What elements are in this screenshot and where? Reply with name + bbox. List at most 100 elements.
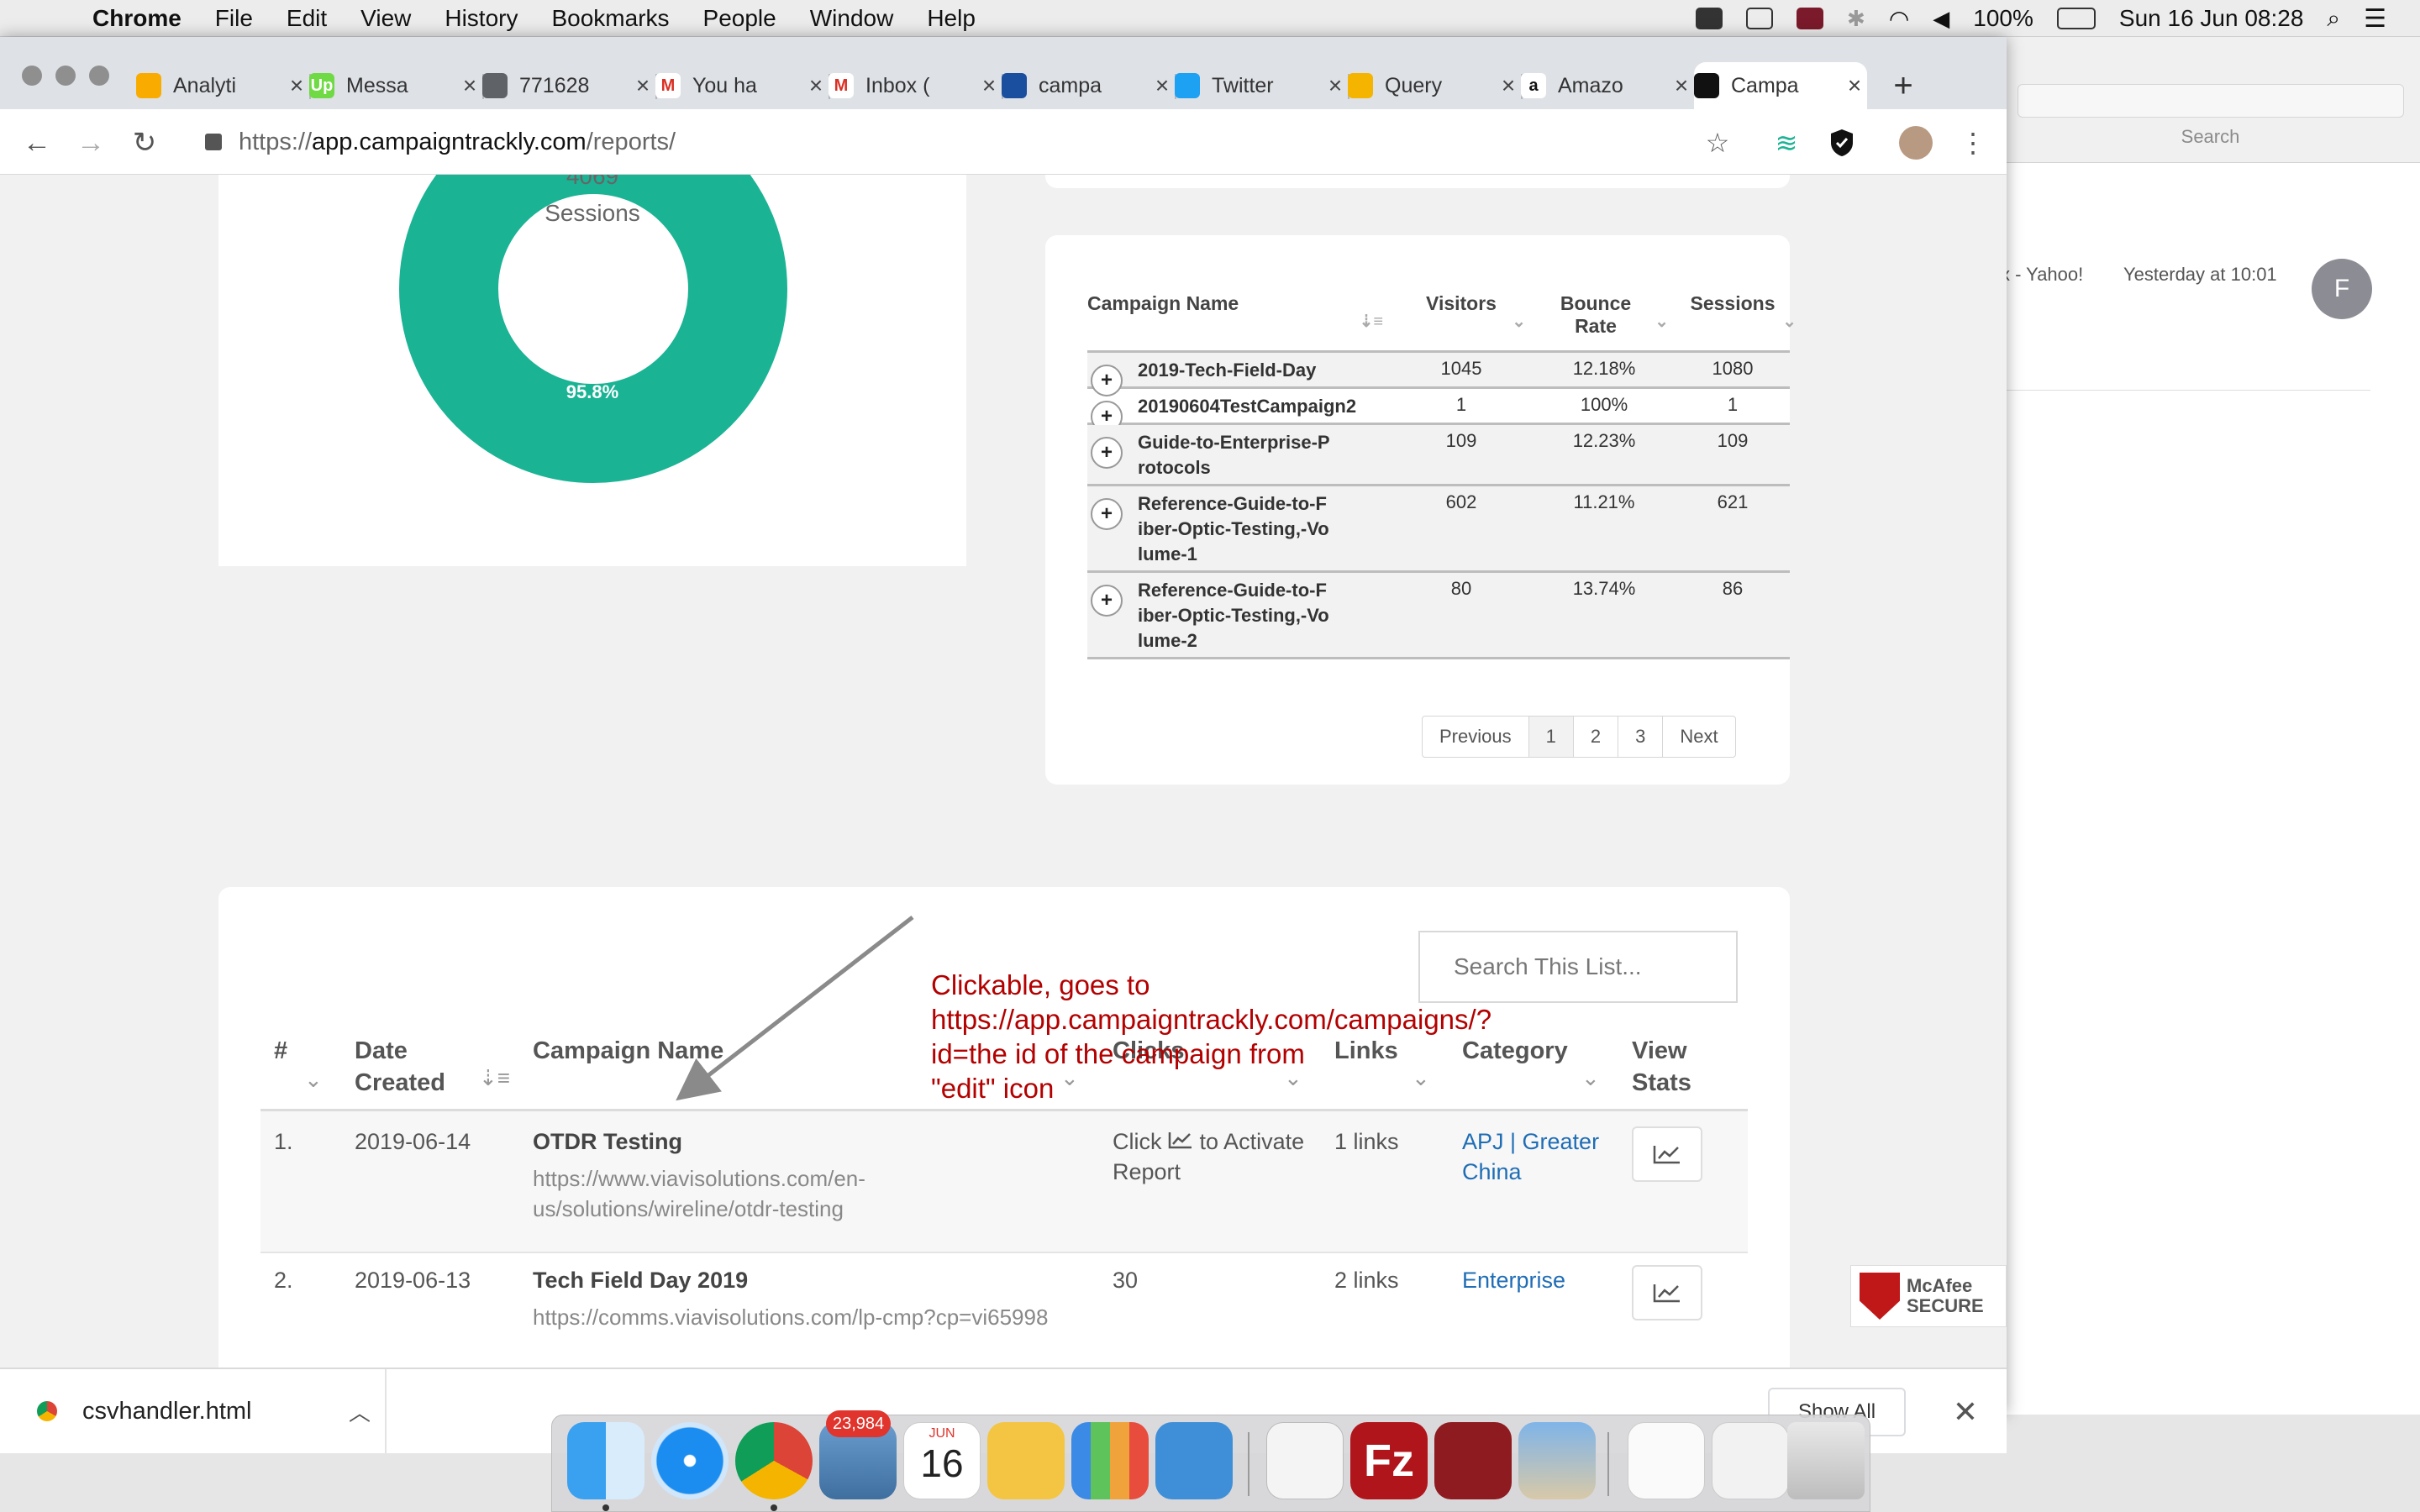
expand-row-icon[interactable]: + <box>1091 584 1123 617</box>
pagination-previous[interactable]: Previous <box>1423 717 1528 757</box>
menu-history[interactable]: History <box>445 5 518 32</box>
document-stack-icon[interactable] <box>1628 1422 1705 1499</box>
menu-app-name[interactable]: Chrome <box>92 5 182 32</box>
campaign-name-link[interactable]: Tech Field Day 2019 <box>533 1265 748 1295</box>
browser-tab[interactable]: M Inbox (× <box>829 62 1003 109</box>
sort-icon[interactable]: ⇣≡ <box>1360 311 1383 332</box>
pagination-page-2[interactable]: 2 <box>1572 717 1618 757</box>
numbers-icon[interactable] <box>1071 1422 1149 1499</box>
browser-tab[interactable]: Query × <box>1348 62 1523 109</box>
view-stats-button[interactable] <box>1632 1265 1702 1320</box>
menu-edit[interactable]: Edit <box>287 5 327 32</box>
col-visitors[interactable]: Visitors ⌄ <box>1390 289 1533 351</box>
tab-close-icon[interactable]: × <box>1496 72 1521 99</box>
chevron-down-icon[interactable]: ⌄ <box>1581 1065 1600 1091</box>
tab-close-icon[interactable]: × <box>284 72 309 99</box>
tab-close-icon[interactable]: × <box>1842 72 1867 99</box>
page-viewport[interactable]: 4069 Sessions 95.8% Campaign Name ⇣≡ Visi… <box>0 175 2007 1368</box>
downloads-stack-icon[interactable] <box>1712 1422 1789 1499</box>
volume-icon[interactable]: ◀ <box>1933 6 1949 32</box>
tab-close-icon[interactable]: × <box>803 72 829 99</box>
address-bar[interactable]: https://app.campaigntrackly.com/reports/ <box>185 116 1781 168</box>
pagination-next[interactable]: Next <box>1662 717 1734 757</box>
browser-tab[interactable]: Analyti × <box>136 62 311 109</box>
col-bounce-rate[interactable]: Bounce Rate ⌄ <box>1533 289 1676 351</box>
menu-file[interactable]: File <box>215 5 253 32</box>
browser-tab[interactable]: M You ha × <box>655 62 830 109</box>
window-close-button[interactable] <box>22 66 42 86</box>
chrome-dock-icon[interactable] <box>735 1422 813 1499</box>
category-link[interactable]: APJ | Greater China <box>1462 1126 1613 1187</box>
browser-tab[interactable]: Twitter × <box>1175 62 1349 109</box>
download-item[interactable]: csvhandler.html ︿ <box>0 1369 387 1453</box>
tab-close-icon[interactable]: × <box>1150 72 1175 99</box>
campaign-name-link[interactable]: OTDR Testing <box>533 1126 682 1157</box>
mail-search-box[interactable] <box>2018 84 2404 118</box>
tab-close-icon[interactable]: × <box>457 72 482 99</box>
col-sessions[interactable]: Sessions ⌄ <box>1676 289 1797 351</box>
finder-icon[interactable] <box>567 1422 644 1499</box>
list-col-number[interactable]: # <box>274 1035 287 1067</box>
pagination-page-1[interactable]: 1 <box>1528 717 1573 757</box>
forward-button[interactable]: → <box>72 124 109 161</box>
chevron-down-icon[interactable]: ⌄ <box>1412 1065 1430 1091</box>
bookmark-star-icon[interactable]: ☆ <box>1701 126 1734 160</box>
mcafee-secure-badge[interactable]: McAfee SECURE <box>1850 1265 2007 1327</box>
search-list-input[interactable] <box>1418 931 1738 1003</box>
window-minimize-button[interactable] <box>55 66 76 86</box>
tab-close-icon[interactable]: × <box>1323 72 1348 99</box>
menu-view[interactable]: View <box>360 5 411 32</box>
messages-status-icon[interactable] <box>1746 8 1774 29</box>
shield-extension-icon[interactable] <box>1825 126 1859 160</box>
filezilla-icon[interactable]: Fz <box>1350 1422 1428 1499</box>
new-tab-button[interactable]: + <box>1882 62 1924 109</box>
browser-tab[interactable]: Up Messa × <box>309 62 484 109</box>
back-button[interactable]: ← <box>18 124 55 161</box>
chevron-down-icon[interactable]: ⌄ <box>304 1067 323 1093</box>
browser-tab[interactable]: campa × <box>1002 62 1176 109</box>
menu-bookmarks[interactable]: Bookmarks <box>551 5 669 32</box>
list-col-category[interactable]: Category <box>1462 1035 1568 1067</box>
list-col-date-created[interactable]: Date Created <box>355 1035 455 1099</box>
mail-list-item[interactable]: x - Yahoo! Yesterday at 10:01 F <box>2001 259 2420 373</box>
chart-line-icon[interactable] <box>1168 1131 1193 1149</box>
chevron-down-icon[interactable]: ⌄ <box>1655 311 1669 332</box>
expand-row-icon[interactable]: + <box>1091 436 1123 469</box>
menubar-clock[interactable]: Sun 16 Jun 08:28 <box>2119 5 2304 32</box>
menu-window[interactable]: Window <box>810 5 894 32</box>
expand-row-icon[interactable]: + <box>1091 497 1123 530</box>
chrome-menu-icon[interactable]: ⋮ <box>1956 126 1990 160</box>
trash-icon[interactable] <box>1787 1422 1865 1499</box>
window-zoom-button[interactable] <box>89 66 109 86</box>
col-campaign-name[interactable]: Campaign Name ⇣≡ <box>1087 289 1390 351</box>
extension-icon[interactable]: ≋ <box>1770 126 1803 160</box>
menu-people[interactable]: People <box>703 5 776 32</box>
chevron-down-icon[interactable]: ⌄ <box>1512 311 1526 332</box>
chevron-up-icon[interactable]: ︿ <box>334 1396 385 1427</box>
browser-tab[interactable]: Campa × <box>1694 62 1867 109</box>
view-stats-button[interactable] <box>1632 1126 1702 1182</box>
calendar-icon[interactable]: JUN 16 <box>903 1422 981 1499</box>
bluetooth-icon[interactable]: ✱ <box>1847 6 1865 32</box>
browser-tab[interactable]: a Amazo × <box>1521 62 1694 109</box>
reload-button[interactable]: ↻ <box>126 124 163 161</box>
wifi-icon[interactable]: ◠ <box>1889 5 1909 33</box>
sort-desc-icon[interactable]: ⇣≡ <box>479 1065 510 1091</box>
textedit-icon[interactable] <box>1266 1422 1344 1499</box>
notification-center-icon[interactable]: ☰ <box>2364 4 2386 34</box>
spotlight-search-icon[interactable]: ⌕ <box>2327 5 2340 33</box>
list-col-campaign-name[interactable]: Campaign Name <box>533 1035 723 1067</box>
pages-icon[interactable] <box>987 1422 1065 1499</box>
profile-avatar[interactable] <box>1899 126 1933 160</box>
lock-icon[interactable] <box>205 134 222 150</box>
pagination-page-3[interactable]: 3 <box>1618 717 1662 757</box>
tab-close-icon[interactable]: × <box>630 72 655 99</box>
mcafee-status-icon[interactable] <box>1797 8 1824 29</box>
close-shelf-icon[interactable]: ✕ <box>1944 1391 1986 1433</box>
shield-status-icon[interactable] <box>1696 8 1723 29</box>
category-link[interactable]: Enterprise <box>1462 1265 1565 1295</box>
safari-icon[interactable] <box>651 1422 729 1499</box>
keynote-icon[interactable] <box>1155 1422 1233 1499</box>
browser-tab[interactable]: 771628 × <box>482 62 657 109</box>
mcafee-dock-icon[interactable] <box>1434 1422 1512 1499</box>
